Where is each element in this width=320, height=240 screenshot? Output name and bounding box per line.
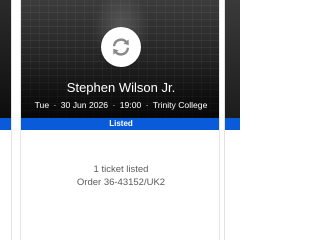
event-time: 19:00 — [119, 100, 142, 110]
separator: · — [53, 100, 57, 110]
refresh-icon — [113, 38, 129, 56]
refresh-button[interactable] — [101, 27, 141, 67]
status-badge: Listed — [21, 118, 219, 130]
previous-ticket-card[interactable] — [0, 0, 12, 240]
separator: · — [145, 100, 149, 110]
event-details: Tue · 30 Jun 2026 · 19:00 · Trinity Coll… — [21, 100, 219, 111]
ticket-count: 1 ticket listed — [93, 164, 149, 175]
next-ticket-photo — [225, 0, 240, 118]
previous-ticket-photo — [0, 0, 11, 118]
event-date: 30 Jun 2026 — [60, 100, 109, 110]
next-ticket-card[interactable] — [224, 0, 240, 240]
artist-name: Stephen Wilson Jr. — [66, 80, 176, 95]
previous-ticket-status-bar — [0, 118, 11, 130]
ticket-card[interactable]: Stephen Wilson Jr. Tue · 30 Jun 2026 · 1… — [20, 0, 220, 240]
event-day: Tue — [34, 100, 50, 110]
next-ticket-status-bar — [225, 118, 240, 130]
order-number: Order 36-43152/UK2 — [76, 177, 166, 188]
event-venue: Trinity College — [152, 100, 208, 110]
separator: · — [112, 100, 116, 110]
ticket-carousel: Stephen Wilson Jr. Tue · 30 Jun 2026 · 1… — [0, 0, 240, 240]
